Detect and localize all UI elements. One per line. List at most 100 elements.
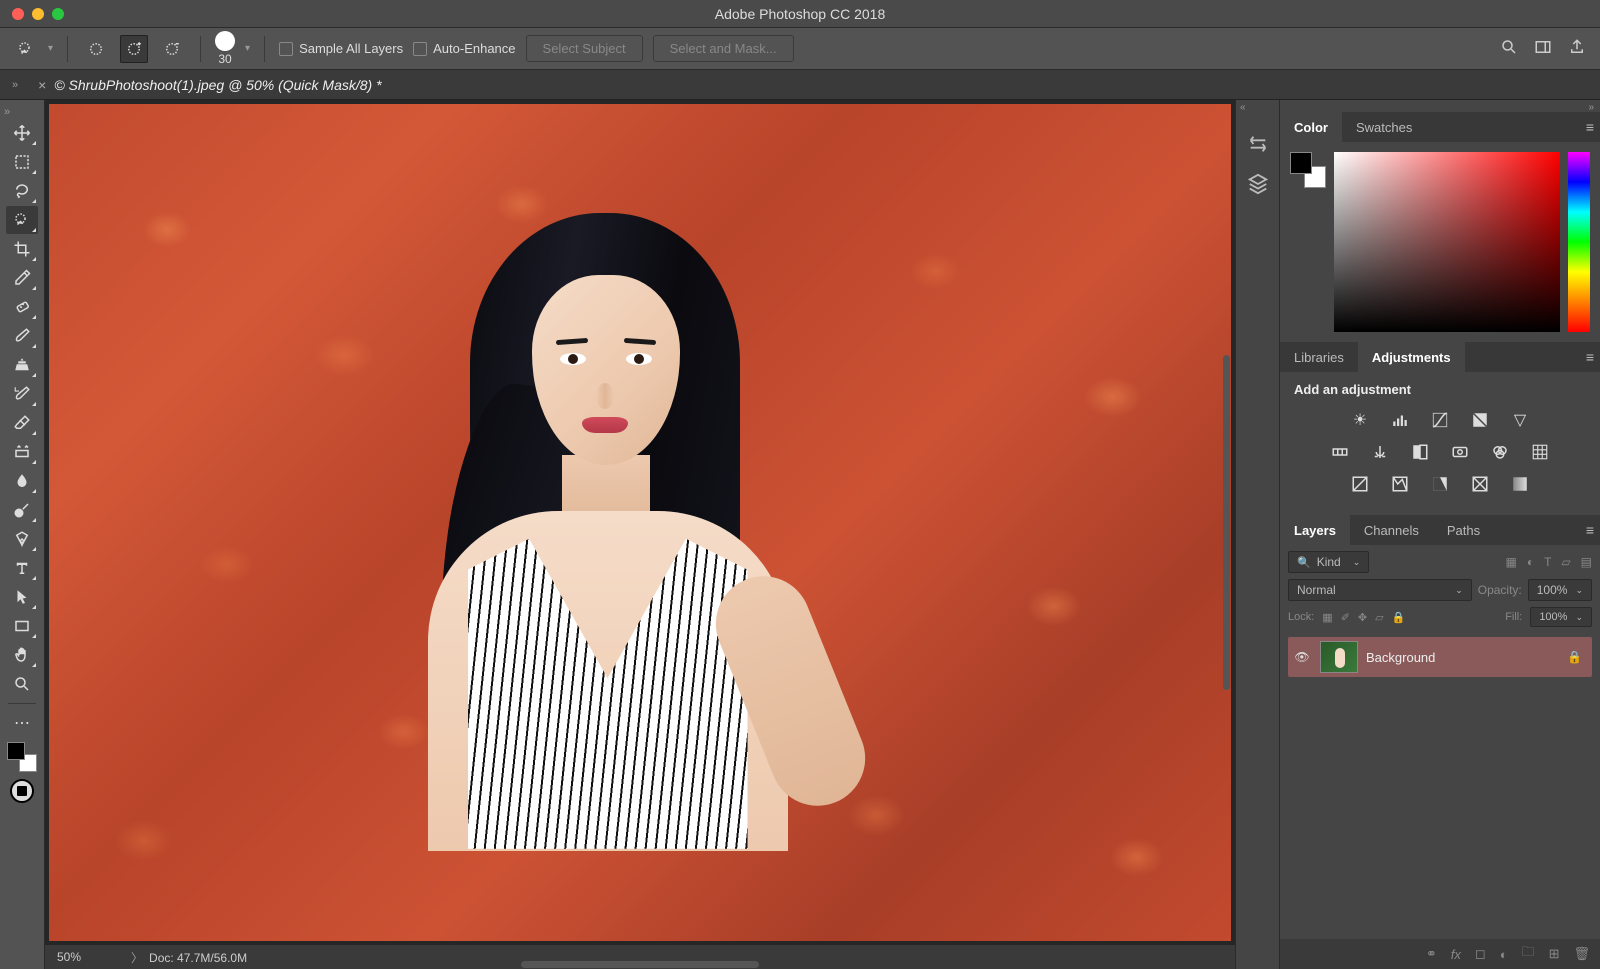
filter-pixel-icon[interactable]: ▦ — [1505, 555, 1516, 569]
vibrance-icon[interactable]: ▽ — [1509, 409, 1531, 431]
opacity-input[interactable]: 100%⌄ — [1528, 579, 1592, 601]
marquee-tool[interactable] — [6, 148, 38, 176]
filter-shape-icon[interactable]: ▱ — [1561, 555, 1570, 569]
select-subject-button[interactable]: Select Subject — [526, 35, 643, 62]
zoom-level[interactable]: 50% — [57, 950, 81, 964]
dock-collapse-icon[interactable]: « — [1240, 102, 1246, 113]
document-canvas[interactable] — [49, 104, 1231, 941]
brush-size-picker[interactable]: 30 — [215, 31, 235, 66]
color-fgbg[interactable] — [1290, 152, 1326, 188]
toolbox-collapse-icon[interactable]: » — [4, 106, 10, 118]
type-tool[interactable] — [6, 554, 38, 582]
eyedropper-tool[interactable] — [6, 264, 38, 292]
subtract-from-selection-icon[interactable] — [158, 35, 186, 63]
layer-mask-icon[interactable]: ◻ — [1475, 946, 1486, 962]
lock-image-icon[interactable]: ✐ — [1341, 611, 1350, 624]
tab-paths[interactable]: Paths — [1433, 515, 1494, 545]
layer-group-icon[interactable]: 🗀 — [1522, 943, 1535, 965]
layer-item-background[interactable]: 👁 Background 🔒 — [1288, 637, 1592, 677]
layer-style-icon[interactable]: fx — [1451, 947, 1461, 962]
filter-type-icon[interactable]: T — [1544, 555, 1551, 569]
add-to-selection-icon[interactable] — [120, 35, 148, 63]
close-window[interactable] — [12, 8, 24, 20]
levels-icon[interactable] — [1389, 409, 1411, 431]
gradient-tool[interactable] — [6, 438, 38, 466]
layer-name[interactable]: Background — [1366, 650, 1435, 665]
search-icon[interactable] — [1500, 38, 1518, 59]
pen-tool[interactable] — [6, 525, 38, 553]
panels-collapse-icon[interactable]: » — [1588, 102, 1594, 113]
lock-position-icon[interactable]: ✥ — [1358, 611, 1367, 624]
zoom-tool[interactable] — [6, 670, 38, 698]
expand-tabbar-icon[interactable]: » — [12, 79, 18, 91]
dodge-tool[interactable] — [6, 496, 38, 524]
layer-filter-type[interactable]: 🔍Kind⌄ — [1288, 551, 1369, 573]
curves-icon[interactable] — [1429, 409, 1451, 431]
hue-slider[interactable] — [1568, 152, 1590, 332]
close-tab-icon[interactable]: × — [38, 77, 46, 93]
rectangle-tool[interactable] — [6, 612, 38, 640]
sample-all-layers-checkbox[interactable]: Sample All Layers — [279, 41, 403, 56]
edit-toolbar[interactable]: ⋯ — [6, 709, 38, 737]
move-tool[interactable] — [6, 119, 38, 147]
vertical-scrollbar[interactable] — [1223, 355, 1230, 690]
hand-tool[interactable] — [6, 641, 38, 669]
quick-selection-tool[interactable] — [6, 206, 38, 234]
lock-transparency-icon[interactable]: ▦ — [1322, 611, 1332, 624]
posterize-icon[interactable] — [1389, 473, 1411, 495]
doc-info-chevron-icon[interactable]: 〉 — [131, 951, 143, 965]
new-selection-icon[interactable] — [82, 35, 110, 63]
color-lookup-icon[interactable] — [1529, 441, 1551, 463]
eraser-tool[interactable] — [6, 409, 38, 437]
invert-icon[interactable] — [1349, 473, 1371, 495]
layer-lock-icon[interactable]: 🔒 — [1567, 650, 1582, 664]
brightness-contrast-icon[interactable]: ☀ — [1349, 409, 1371, 431]
layer-thumbnail[interactable] — [1320, 641, 1358, 673]
maximize-window[interactable] — [52, 8, 64, 20]
layer-visibility-icon[interactable]: 👁 — [1292, 650, 1312, 664]
properties-panel-icon[interactable] — [1242, 168, 1274, 200]
exposure-icon[interactable] — [1469, 409, 1491, 431]
tab-adjustments[interactable]: Adjustments — [1358, 342, 1465, 372]
selective-color-icon[interactable] — [1509, 473, 1531, 495]
workspace-switcher-icon[interactable] — [1534, 38, 1552, 59]
tab-layers[interactable]: Layers — [1280, 515, 1350, 545]
lock-artboard-icon[interactable]: ▱ — [1375, 611, 1383, 624]
tool-preset-picker[interactable] — [14, 37, 38, 61]
tab-libraries[interactable]: Libraries — [1280, 342, 1358, 372]
delete-layer-icon[interactable]: 🗑 — [1573, 946, 1590, 962]
filter-smart-icon[interactable]: ▤ — [1581, 555, 1592, 569]
document-tab[interactable]: © ShrubPhotoshoot(1).jpeg @ 50% (Quick M… — [54, 77, 381, 93]
history-brush-tool[interactable] — [6, 380, 38, 408]
color-balance-icon[interactable] — [1369, 441, 1391, 463]
horizontal-scrollbar[interactable] — [521, 961, 759, 968]
layers-panel-menu-icon[interactable]: ≡ — [1586, 522, 1594, 538]
hue-saturation-icon[interactable] — [1329, 441, 1351, 463]
foreground-background-color[interactable] — [7, 742, 37, 772]
blur-tool[interactable] — [6, 467, 38, 495]
clone-stamp-tool[interactable] — [6, 351, 38, 379]
history-panel-icon[interactable] — [1242, 128, 1274, 160]
fill-input[interactable]: 100%⌄ — [1530, 607, 1592, 627]
color-panel-menu-icon[interactable]: ≡ — [1586, 119, 1594, 135]
gradient-map-icon[interactable] — [1469, 473, 1491, 495]
adjustments-panel-menu-icon[interactable]: ≡ — [1586, 349, 1594, 365]
lock-all-icon[interactable]: 🔒 — [1392, 611, 1406, 624]
crop-tool[interactable] — [6, 235, 38, 263]
auto-enhance-checkbox[interactable]: Auto-Enhance — [413, 41, 515, 56]
tab-swatches[interactable]: Swatches — [1342, 112, 1426, 142]
photo-filter-icon[interactable] — [1449, 441, 1471, 463]
path-selection-tool[interactable] — [6, 583, 38, 611]
link-layers-icon[interactable]: ⚭ — [1426, 946, 1437, 962]
color-picker-field[interactable] — [1334, 152, 1560, 332]
quick-mask-mode[interactable] — [10, 779, 34, 803]
doc-info[interactable]: Doc: 47.7M/56.0M — [149, 951, 247, 965]
filter-adjustment-icon[interactable]: ◐ — [1527, 555, 1534, 569]
minimize-window[interactable] — [32, 8, 44, 20]
channel-mixer-icon[interactable] — [1489, 441, 1511, 463]
blend-mode-select[interactable]: Normal⌄ — [1288, 579, 1472, 601]
adjustment-layer-icon[interactable]: ◐ — [1500, 947, 1508, 962]
lasso-tool[interactable] — [6, 177, 38, 205]
tab-channels[interactable]: Channels — [1350, 515, 1433, 545]
share-icon[interactable] — [1568, 38, 1586, 59]
